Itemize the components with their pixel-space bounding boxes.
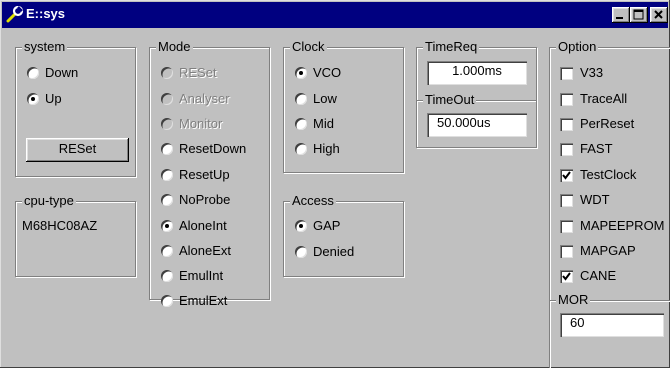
reset-button[interactable]: RESet xyxy=(26,138,129,162)
time-group: TimeReq 1.000ms TimeOut 50.000us xyxy=(416,39,537,148)
wrench-icon xyxy=(6,5,24,24)
mor-field[interactable]: 60 xyxy=(560,313,664,337)
mor-title: MOR xyxy=(556,292,591,308)
mode-group-title: Mode xyxy=(156,39,193,55)
access-group: Access GAP Denied xyxy=(283,193,404,277)
close-button[interactable] xyxy=(650,7,668,23)
window-title: E::sys xyxy=(26,6,66,21)
timeout-field[interactable]: 50.000us xyxy=(427,113,527,137)
cpu-type-group: cpu-type M68HC08AZ xyxy=(15,193,136,277)
clock-group: Clock VCO Low Mid High xyxy=(283,39,404,173)
cpu-type-title: cpu-type xyxy=(22,193,76,209)
option-group: Option V33 TraceAll PerReset FAST TestCl… xyxy=(549,39,670,368)
title-bar[interactable]: E::sys xyxy=(2,2,668,28)
system-group-title: system xyxy=(22,39,68,55)
checkmark-icon xyxy=(562,171,571,180)
timereq-field[interactable]: 1.000ms xyxy=(427,61,527,85)
clock-group-title: Clock xyxy=(290,39,327,55)
sys-window: E::sys system Down Up RESet cpu-type M68… xyxy=(0,0,670,368)
option-group-title: Option xyxy=(556,39,599,55)
minimize-button[interactable] xyxy=(612,7,630,23)
close-icon xyxy=(654,10,663,19)
minimize-icon xyxy=(616,17,623,19)
mode-group: Mode RESet Analyser Monitor ResetDown Re… xyxy=(149,39,270,308)
maximize-icon xyxy=(633,9,644,20)
checkmark-icon xyxy=(562,272,571,281)
timereq-title: TimeReq xyxy=(423,39,480,55)
cpu-type-value: M68HC08AZ xyxy=(22,218,98,233)
system-group: system Down Up RESet xyxy=(15,39,136,177)
maximize-button[interactable] xyxy=(630,7,648,23)
access-group-title: Access xyxy=(290,193,336,209)
timeout-title: TimeOut xyxy=(423,92,477,108)
